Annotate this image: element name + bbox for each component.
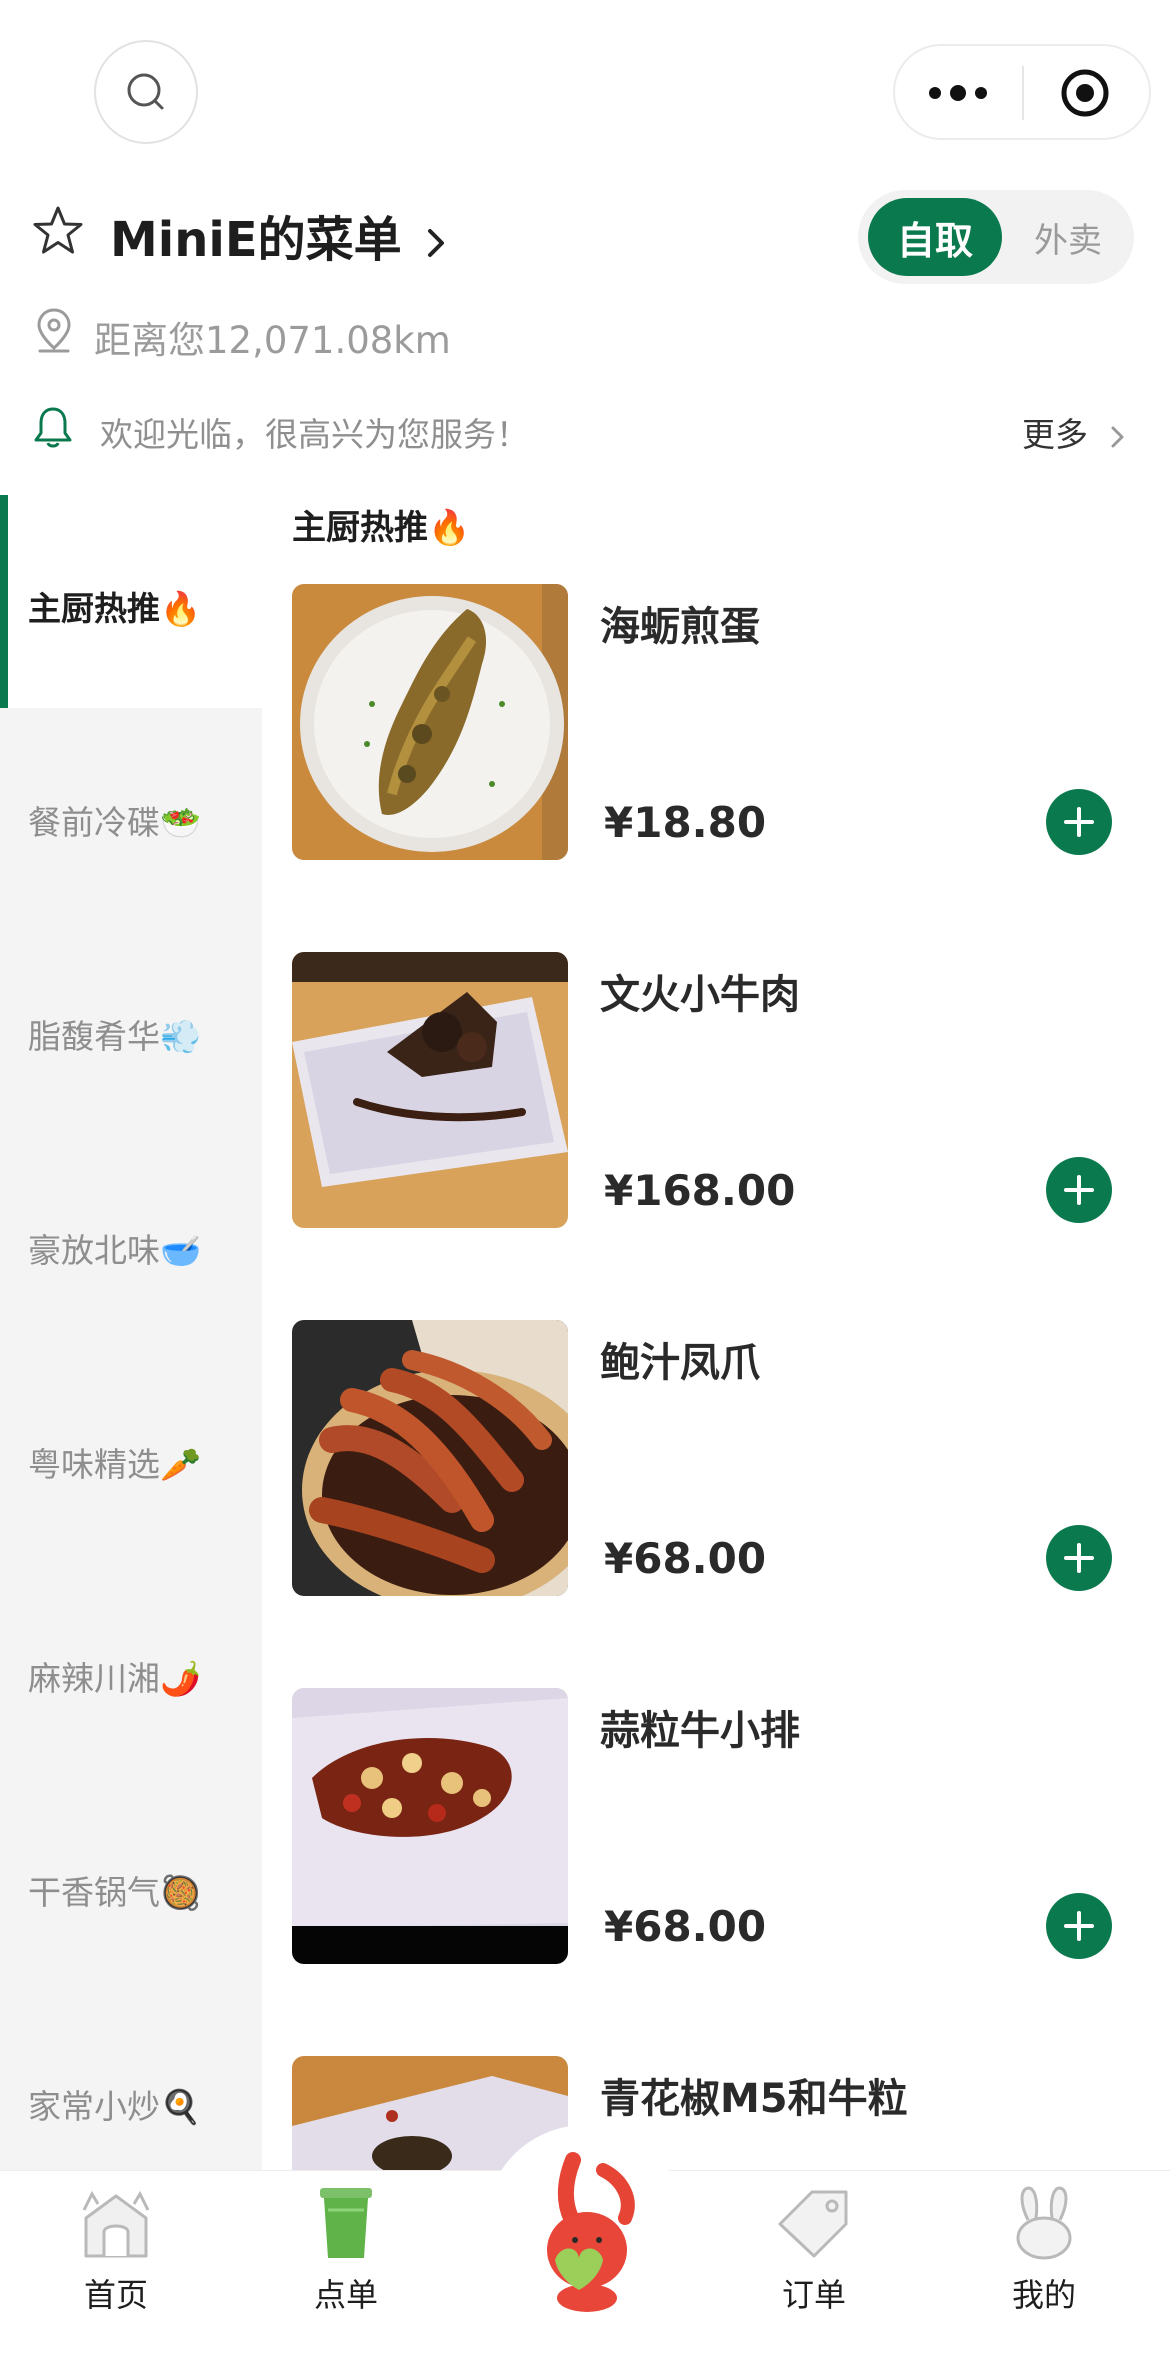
search-icon	[127, 73, 164, 110]
category-item[interactable]: 餐前冷碟🥗	[28, 796, 258, 844]
delivery-tab[interactable]: 外卖	[1012, 198, 1124, 276]
bell-icon	[34, 407, 72, 448]
dish-image[interactable]	[292, 1320, 568, 1596]
location-pin-icon	[37, 308, 71, 353]
more-dots-button[interactable]	[895, 46, 1021, 138]
category-emoji: 🌶️	[160, 1659, 202, 1698]
category-item[interactable]: 主厨热推🔥	[28, 582, 258, 630]
dish-price: ¥18.80	[604, 798, 767, 847]
category-emoji: 🥘	[160, 1873, 202, 1912]
tag-icon	[778, 2190, 848, 2258]
dish-image[interactable]	[292, 1688, 568, 1964]
more-announcements-link[interactable]: 更多	[1022, 408, 1129, 456]
tab-label-order: 点单	[313, 2276, 378, 2314]
home-icon	[82, 2190, 150, 2258]
store-name[interactable]: MiniE的菜单	[110, 200, 450, 270]
category-label: 主厨热推	[28, 589, 160, 628]
cup-icon	[320, 2188, 372, 2258]
category-emoji: 🔥	[160, 589, 202, 628]
search-button[interactable]	[94, 40, 198, 144]
dish-price: ¥68.00	[604, 1902, 767, 1951]
chevron-right-icon	[1111, 426, 1123, 447]
add-to-cart-button[interactable]	[1046, 789, 1112, 855]
add-to-cart-button[interactable]	[1046, 1893, 1112, 1959]
pickup-tab[interactable]: 自取	[868, 198, 1002, 276]
star-icon[interactable]	[32, 205, 84, 257]
category-label: 餐前冷碟	[28, 803, 160, 842]
pickup-delivery-toggle: 自取 外卖	[858, 190, 1134, 284]
add-to-cart-button[interactable]	[1046, 1525, 1112, 1591]
dish-image[interactable]	[292, 952, 568, 1228]
mascot-bunny-icon	[547, 2152, 635, 2312]
tab-label-profile: 我的	[1011, 2276, 1076, 2314]
close-miniprogram-button[interactable]	[1025, 46, 1149, 138]
category-sidebar	[0, 495, 262, 2170]
chevron-right-icon	[428, 229, 445, 257]
section-emoji: 🔥	[428, 508, 471, 548]
plus-icon	[1064, 1543, 1094, 1573]
category-label: 脂馥肴华	[28, 1017, 160, 1056]
category-label: 家常小炒	[28, 2087, 160, 2126]
section-title-text: 主厨热推	[292, 508, 428, 548]
category-label: 豪放北味	[28, 1231, 160, 1270]
category-emoji: 🥗	[160, 803, 202, 842]
dish-price: ¥68.00	[604, 1534, 767, 1583]
plus-icon	[1064, 1911, 1094, 1941]
category-item[interactable]: 豪放北味🥣	[28, 1224, 258, 1272]
category-item[interactable]: 麻辣川湘🌶️	[28, 1652, 258, 1700]
more-label: 更多	[1022, 415, 1088, 454]
dish-name: 海蛎煎蛋	[600, 604, 760, 650]
capsule-divider	[1022, 66, 1024, 120]
dish-name: 蒜粒牛小排	[600, 1708, 800, 1754]
more-dots-icon	[929, 85, 987, 101]
category-item[interactable]: 家常小炒🍳	[28, 2080, 258, 2128]
category-item[interactable]: 粤味精选🥕	[28, 1438, 258, 1486]
category-emoji: 💨	[160, 1017, 202, 1056]
miniprogram-capsule	[893, 44, 1151, 140]
dish-price: ¥168.00	[604, 1166, 796, 1215]
distance-text: 距离您12,071.08km	[94, 319, 451, 362]
plus-icon	[1064, 1175, 1094, 1205]
dish-name: 鲍汁凤爪	[600, 1340, 760, 1386]
store-name-text: MiniE的菜单	[110, 212, 402, 268]
category-item[interactable]: 脂馥肴华💨	[28, 1010, 258, 1058]
dish-name: 文火小牛肉	[600, 972, 800, 1018]
announcement-text: 欢迎光临，很高兴为您服务！	[100, 415, 529, 454]
tab-label-orders: 订单	[781, 2276, 846, 2314]
bunny-icon	[1016, 2186, 1072, 2260]
category-label: 麻辣川湘	[28, 1659, 160, 1698]
tab-label-home: 首页	[83, 2276, 148, 2314]
tab-mascot[interactable]	[515, 2140, 655, 2320]
category-emoji: 🥣	[160, 1231, 202, 1270]
category-label: 粤味精选	[28, 1445, 160, 1484]
category-label: 干香锅气	[28, 1873, 160, 1912]
add-to-cart-button[interactable]	[1046, 1157, 1112, 1223]
category-item[interactable]: 干香锅气🥘	[28, 1866, 258, 1914]
category-emoji: 🥕	[160, 1445, 202, 1484]
target-close-icon	[1061, 69, 1109, 117]
category-active-indicator	[0, 495, 8, 708]
dish-name: 青花椒M5和牛粒	[600, 2076, 908, 2122]
plus-icon	[1064, 807, 1094, 837]
dish-image[interactable]	[292, 584, 568, 860]
category-emoji: 🍳	[160, 2087, 202, 2126]
section-title: 主厨热推🔥	[292, 500, 470, 549]
